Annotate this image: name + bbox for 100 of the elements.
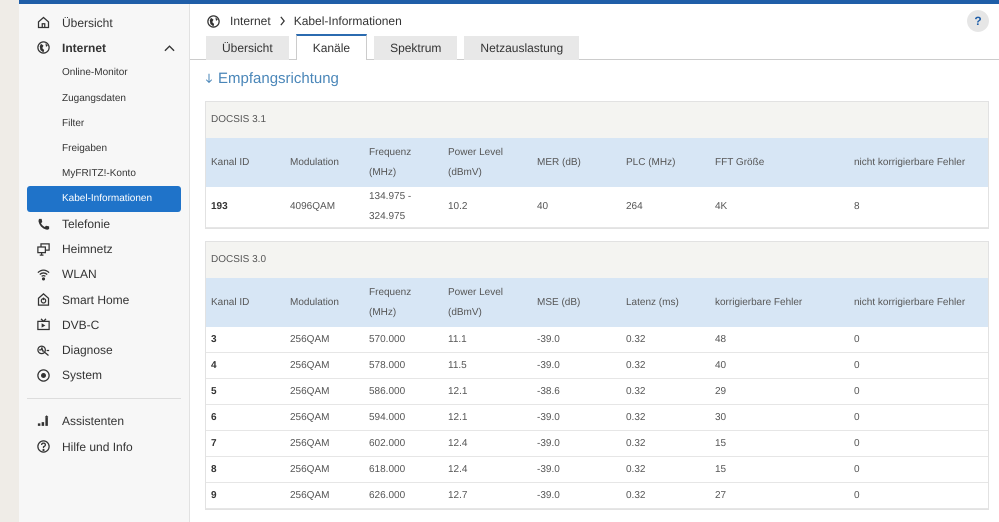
table-cell-text: 12.1 [447, 410, 468, 424]
table-cell-text: 40 [536, 200, 550, 214]
table-cell-text: 11.1 [447, 332, 468, 346]
monitors-icon [36, 242, 51, 257]
table-cell-text: 586.000 [368, 384, 406, 398]
sidebar-item[interactable]: Telefonie [19, 212, 189, 237]
table-title: DOCSIS 3.0 [206, 242, 988, 278]
table-cell-text: 48 [714, 332, 728, 346]
column-header: Kanal ID [210, 156, 250, 170]
sidebar-item[interactable]: Hilfe und Info [19, 434, 189, 460]
table-cell-text: 15 [714, 462, 728, 476]
sidebar-item[interactable]: System [19, 362, 189, 388]
table-cell-text: 12.4 [447, 436, 468, 450]
tab[interactable]: Übersicht [206, 36, 289, 60]
sidebar-item[interactable]: Internet [19, 35, 189, 60]
help-button[interactable]: ? [967, 10, 989, 32]
table-cell-text: 578.000 [368, 358, 406, 372]
table-cell-text: 0 [853, 358, 861, 372]
table-cell-text: 256QAM [289, 358, 330, 372]
sidebar-subitem[interactable]: Zugangsdaten [27, 86, 181, 111]
sidebar-item[interactable]: WLAN [19, 262, 189, 288]
breadcrumb-item: Kabel-Informationen [294, 14, 402, 28]
table-cell-text: 0 [853, 332, 861, 346]
table-cell-text: 11.5 [447, 358, 468, 372]
table-cell-text: 0 [853, 488, 861, 502]
tab[interactable]: Kanäle [296, 34, 368, 60]
section-title: Empfangsrichtung [218, 70, 339, 87]
table-cell-text: -38.6 [536, 384, 561, 398]
table-cell-text: 256QAM [289, 462, 330, 476]
system-icon [36, 368, 51, 383]
table-cell-text: 5 [210, 384, 218, 398]
diagnose-icon [36, 342, 51, 358]
table-cell-text: 134.975 - 324.975 [368, 190, 412, 224]
column-header: Frequenz (MHz) [368, 146, 412, 180]
phone-icon [36, 216, 51, 232]
column-header: Modulation [289, 296, 340, 310]
table-cell-text: -39.0 [536, 462, 561, 476]
sidebar-item[interactable]: Smart Home [19, 287, 189, 312]
down-arrow-icon [205, 73, 213, 84]
table-cell-text: 40 [714, 358, 728, 372]
table-cell-text: 256QAM [289, 332, 330, 346]
sidebar-item[interactable]: Heimnetz [19, 236, 189, 262]
signal-bars-icon [36, 414, 51, 429]
table-cell-text: 30 [714, 410, 728, 424]
globe-icon [36, 40, 51, 56]
table-cell-text: 0 [853, 436, 861, 450]
globe-icon [206, 14, 221, 28]
column-header: nicht korrigierbare Fehler [853, 296, 966, 310]
table-cell-text: 8 [210, 462, 218, 476]
table-cell-text: 0.32 [625, 436, 646, 450]
table-title: DOCSIS 3.1 [206, 102, 988, 138]
table-cell-text: 256QAM [289, 488, 330, 502]
table-cell-text: 4 [210, 358, 218, 372]
table-cell-text: 8 [853, 200, 861, 214]
table-cell-text: 0.32 [625, 332, 646, 346]
sidebar-item[interactable]: Diagnose [19, 337, 189, 363]
table-cell-text: 12.4 [447, 462, 468, 476]
column-header: Power Level (dBmV) [447, 286, 504, 320]
column-header: MSE (dB) [536, 296, 582, 310]
table-cell-text: 4K [714, 200, 728, 214]
tab[interactable]: Netzauslastung [464, 36, 580, 60]
table-cell-text: 3 [210, 332, 218, 346]
table-cell-text: 0.32 [625, 462, 646, 476]
table-cell-text: 9 [210, 488, 218, 502]
sidebar-item[interactable]: Übersicht [19, 10, 189, 36]
smart-home-icon [36, 292, 51, 308]
table-cell-text: -39.0 [536, 436, 561, 450]
table-cell-text: 0.32 [625, 384, 646, 398]
house-icon [36, 15, 51, 30]
breadcrumb-item[interactable]: Internet [230, 14, 271, 28]
help-icon [36, 439, 51, 454]
table-cell-text: 0.32 [625, 358, 646, 372]
sidebar-subitem[interactable]: MyFRITZ!-Konto [27, 161, 181, 186]
sidebar-item[interactable]: DVB-C [19, 312, 189, 338]
column-header: korrigierbare Fehler [714, 296, 804, 310]
table-cell-text: 10.2 [447, 200, 468, 214]
sidebar-subitem[interactable]: Freigaben [27, 136, 181, 162]
table-cell-text: -39.0 [536, 410, 561, 424]
table-cell-text: 602.000 [368, 436, 406, 450]
column-header: Kanal ID [210, 296, 250, 310]
sidebar-item[interactable]: Assistenten [19, 408, 189, 434]
table-cell-text: 7 [210, 436, 218, 450]
chevron-right-icon [278, 16, 286, 26]
sidebar-subitem[interactable]: Filter [27, 110, 181, 136]
tab[interactable]: Spektrum [374, 36, 458, 60]
column-header: FFT Größe [714, 156, 766, 170]
sidebar-subitem[interactable]: Kabel-Informationen [27, 186, 181, 212]
table-cell-text: 626.000 [368, 488, 406, 502]
column-header: MER (dB) [536, 156, 582, 170]
column-header: Frequenz (MHz) [368, 286, 412, 320]
table-cell-text: 0.32 [625, 410, 646, 424]
table-cell-text: 27 [714, 488, 728, 502]
table-cell-text: 29 [714, 384, 728, 398]
column-header: Power Level (dBmV) [447, 146, 504, 180]
table-cell-text: -39.0 [536, 488, 561, 502]
table-cell-text: 6 [210, 410, 218, 424]
column-header: PLC (MHz) [625, 156, 676, 170]
wifi-icon [36, 266, 51, 282]
sidebar-subitem[interactable]: Online-Monitor [27, 60, 181, 86]
table-cell-text: 12.7 [447, 488, 468, 502]
